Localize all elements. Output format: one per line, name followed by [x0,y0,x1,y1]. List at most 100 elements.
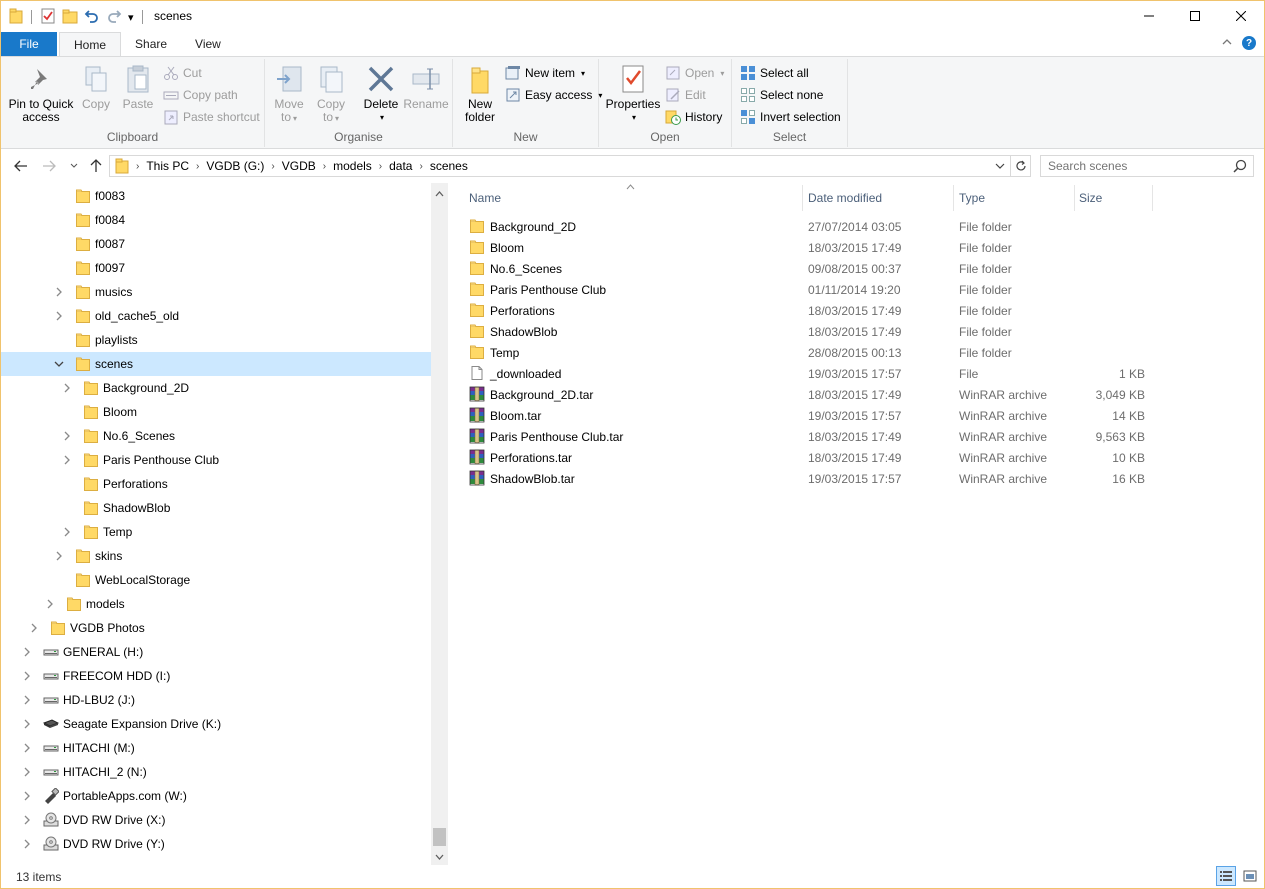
collapse-ribbon-icon[interactable] [1222,38,1232,49]
move-to-button[interactable]: Move to ▾ [271,63,307,125]
breadcrumb-separator-icon[interactable]: › [376,161,385,172]
chevron-right-icon[interactable] [21,838,33,850]
nav-tree-item[interactable]: Perforations [1,472,431,496]
chevron-right-icon[interactable] [21,790,33,802]
file-row[interactable]: ShadowBlob.tar 19/03/2015 17:57 WinRAR arc… [465,468,1155,489]
qat-dropdown-icon[interactable]: ▾ [128,11,134,24]
column-header-date[interactable]: Date modified [808,183,948,212]
cut-button[interactable]: Cut [163,63,202,83]
nav-tree-item[interactable]: playlists [1,328,431,352]
column-divider[interactable] [953,185,954,211]
help-icon[interactable]: ? [1242,36,1256,50]
nav-tree-item[interactable]: old_cache5_old [1,304,431,328]
large-icons-view-button[interactable] [1240,866,1260,886]
nav-tree-item[interactable]: musics [1,280,431,304]
nav-tree-item[interactable]: WebLocalStorage [1,568,431,592]
chevron-right-icon[interactable] [21,694,33,706]
chevron-right-icon[interactable] [61,430,73,442]
breadcrumb-separator-icon[interactable]: › [133,161,142,172]
recent-locations-button[interactable] [65,157,83,175]
breadcrumb-scenes[interactable]: scenes [426,159,472,173]
chevron-right-icon[interactable] [21,814,33,826]
search-icon[interactable] [1233,159,1247,176]
nav-tree-item[interactable]: Bloom [1,400,431,424]
tab-view[interactable]: View [181,32,235,56]
chevron-right-icon[interactable] [21,646,33,658]
tab-file[interactable]: File [1,32,57,56]
history-button[interactable]: History [665,107,722,127]
nav-tree-item[interactable]: HD-LBU2 (J:) [1,688,431,712]
column-header-type[interactable]: Type [959,183,1069,212]
copy-button[interactable]: Copy [77,63,115,111]
back-button[interactable] [12,157,30,175]
chevron-right-icon[interactable] [44,598,56,610]
nav-tree-item[interactable]: ShadowBlob [1,496,431,520]
nav-tree-item[interactable]: Temp [1,520,431,544]
new-folder-button[interactable]: New folder [459,63,501,124]
properties-icon[interactable] [40,8,56,27]
select-none-button[interactable]: Select none [740,85,823,105]
paste-button[interactable]: Paste [118,63,158,111]
file-row[interactable]: Background_2D 27/07/2014 03:05 File folder [465,216,1155,237]
tab-share[interactable]: Share [121,32,181,56]
chevron-right-icon[interactable] [61,526,73,538]
nav-tree-item[interactable]: No.6_Scenes [1,424,431,448]
scroll-down-icon[interactable] [431,848,448,865]
breadcrumb-vgdb-drive[interactable]: VGDB (G:) [202,159,268,173]
copy-path-button[interactable]: Copy path [163,85,238,105]
scrollbar-thumb[interactable] [433,828,446,846]
nav-tree-item[interactable]: DVD RW Drive (X:) [1,808,431,832]
nav-tree-item[interactable]: HITACHI (M:) [1,736,431,760]
column-header-name[interactable]: Name [469,183,799,212]
chevron-right-icon[interactable] [53,310,65,322]
nav-tree-item[interactable]: VGDB Photos [1,616,431,640]
breadcrumb-separator-icon[interactable]: › [268,161,277,172]
nav-tree-item[interactable]: skins [1,544,431,568]
redo-icon[interactable] [106,8,122,27]
breadcrumb-separator-icon[interactable]: › [193,161,202,172]
column-divider[interactable] [1074,185,1075,211]
nav-tree-item[interactable]: f0084 [1,208,431,232]
tab-home[interactable]: Home [59,32,122,57]
column-header-size[interactable]: Size [1079,183,1149,212]
new-item-button[interactable]: New item ▾ [505,63,585,83]
open-button[interactable]: Open ▾ [665,63,724,83]
minimize-button[interactable] [1126,1,1172,31]
file-row[interactable]: Background_2D.tar 18/03/2015 17:49 WinRAR … [465,384,1155,405]
pin-quick-access-button[interactable]: Pin to Quick access [7,63,75,124]
nav-tree-item[interactable]: HITACHI_2 (N:) [1,760,431,784]
breadcrumb-separator-icon[interactable]: › [416,161,425,172]
nav-tree-item[interactable]: Paris Penthouse Club [1,448,431,472]
easy-access-button[interactable]: Easy access ▾ [505,85,602,105]
select-all-button[interactable]: Select all [740,63,809,83]
edit-button[interactable]: Edit [665,85,706,105]
chevron-right-icon[interactable] [21,670,33,682]
file-row[interactable]: Temp 28/08/2015 00:13 File folder [465,342,1155,363]
chevron-right-icon[interactable] [21,718,33,730]
column-divider[interactable] [802,185,803,211]
breadcrumb-models[interactable]: models [329,159,376,173]
file-row[interactable]: Bloom.tar 19/03/2015 17:57 WinRAR archive 1… [465,405,1155,426]
chevron-right-icon[interactable] [53,550,65,562]
file-row[interactable]: ShadowBlob 18/03/2015 17:49 File folder [465,321,1155,342]
column-divider[interactable] [1152,185,1153,211]
nav-tree-item[interactable]: f0097 [1,256,431,280]
scroll-up-icon[interactable] [431,185,448,202]
nav-tree-item[interactable]: Seagate Expansion Drive (K:) [1,712,431,736]
maximize-button[interactable] [1172,1,1218,31]
file-row[interactable]: No.6_Scenes 09/08/2015 00:37 File folder [465,258,1155,279]
chevron-right-icon[interactable] [21,742,33,754]
copy-to-button[interactable]: Copy to ▾ [313,63,349,125]
address-bar[interactable]: › This PC › VGDB (G:) › VGDB › models › … [109,155,1031,177]
undo-icon[interactable] [84,8,100,27]
file-row[interactable]: Paris Penthouse Club.tar 18/03/2015 17:49… [465,426,1155,447]
up-button[interactable] [87,157,105,175]
navigation-pane-scrollbar[interactable] [431,183,448,865]
rename-button[interactable]: Rename [403,63,449,111]
breadcrumb-data[interactable]: data [385,159,416,173]
file-row[interactable]: Perforations 18/03/2015 17:49 File folder [465,300,1155,321]
chevron-down-icon[interactable] [53,358,65,370]
invert-selection-button[interactable]: Invert selection [740,107,841,127]
nav-tree-item[interactable]: GENERAL (H:) [1,640,431,664]
paste-shortcut-button[interactable]: Paste shortcut [163,107,260,127]
